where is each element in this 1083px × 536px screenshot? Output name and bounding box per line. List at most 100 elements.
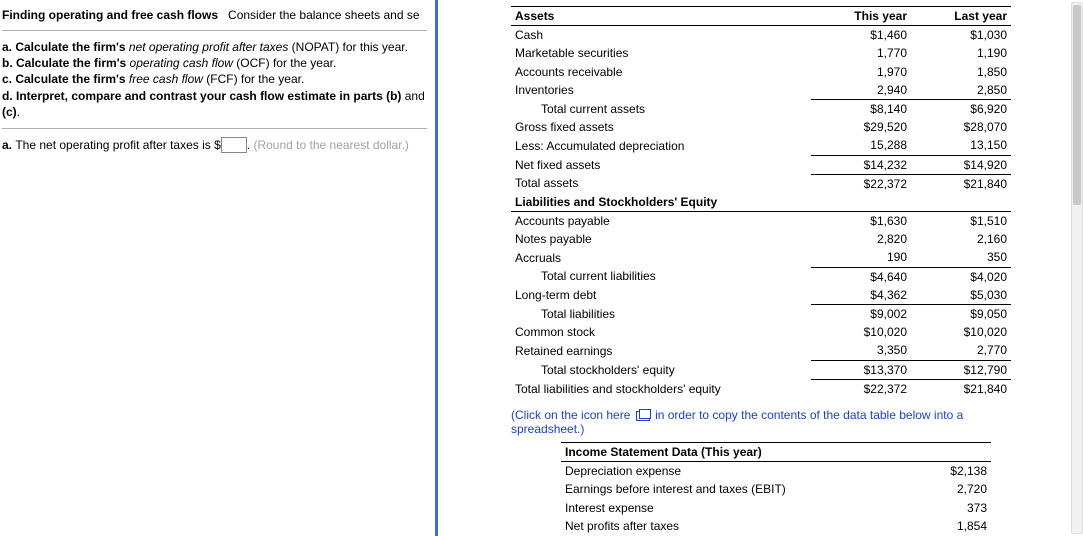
table-row: Total assets$22,372$21,840 <box>511 174 1011 193</box>
bs-liab-label: Liabilities and Stockholders' Equity <box>511 193 811 212</box>
row-this-year: $9,002 <box>811 305 911 324</box>
row-this-year: 1,970 <box>811 63 911 81</box>
table-row: Less: Accumulated depreciation15,28813,1… <box>511 136 1011 155</box>
row-label: Interest expense <box>561 499 891 517</box>
row-this-year: $8,140 <box>811 99 911 118</box>
row-this-year: 2,940 <box>811 81 911 100</box>
answer-a-input[interactable] <box>221 137 247 153</box>
copy-icon[interactable] <box>636 411 650 421</box>
vertical-scrollbar[interactable] <box>1071 2 1083 534</box>
row-last-year: $12,790 <box>911 360 1011 379</box>
row-label: Notes payable <box>511 230 811 248</box>
row-label: Gross fixed assets <box>511 118 811 136</box>
row-label: Accounts receivable <box>511 63 811 81</box>
row-last-year: 2,850 <box>911 81 1011 100</box>
row-value: 373 <box>891 499 991 517</box>
row-this-year: $22,372 <box>811 379 911 398</box>
table-row: Net profits after taxes1,854 <box>561 517 991 535</box>
row-label: Total current assets <box>511 99 811 118</box>
row-label: Total assets <box>511 174 811 193</box>
answer-a-text: The net operating profit after taxes is … <box>15 138 220 152</box>
row-this-year: $29,520 <box>811 118 911 136</box>
answer-a-prefix: a. <box>2 138 15 152</box>
row-this-year: $4,640 <box>811 267 911 286</box>
row-label: Common stock <box>511 323 811 341</box>
table-row: Total current assets$8,140$6,920 <box>511 99 1011 118</box>
table-row: Accounts receivable1,9701,850 <box>511 63 1011 81</box>
question-panel: Finding operating and free cash flows Co… <box>0 0 438 536</box>
table-row: Total liabilities$9,002$9,050 <box>511 305 1011 324</box>
bs-liab-header: Liabilities and Stockholders' Equity <box>511 193 1011 212</box>
question-title: Finding operating and free cash flows Co… <box>2 6 427 24</box>
title-rest: Consider the balance sheets and se <box>228 8 419 22</box>
row-this-year: $1,630 <box>811 212 911 231</box>
bs-header-last-year: Last year <box>911 7 1011 26</box>
question-b: b. Calculate the firm's operating cash f… <box>2 55 427 71</box>
row-value: $2,138 <box>891 462 991 481</box>
row-label: Retained earnings <box>511 341 811 360</box>
row-this-year: $13,370 <box>811 360 911 379</box>
row-last-year: $6,920 <box>911 99 1011 118</box>
table-row: Interest expense373 <box>561 499 991 517</box>
question-c: c. Calculate the firm's free cash flow (… <box>2 71 427 87</box>
row-last-year: $28,070 <box>911 118 1011 136</box>
table-row: Total current liabilities$4,640$4,020 <box>511 267 1011 286</box>
row-last-year: $9,050 <box>911 305 1011 324</box>
row-label: Net fixed assets <box>511 155 811 174</box>
is-header: Income Statement Data (This year) <box>561 442 991 461</box>
table-row: Earnings before interest and taxes (EBIT… <box>561 480 991 498</box>
row-this-year: $14,232 <box>811 155 911 174</box>
row-label: Accounts payable <box>511 212 811 231</box>
row-last-year: 2,770 <box>911 341 1011 360</box>
data-panel: Assets This year Last year Cash$1,460$1,… <box>441 0 1069 536</box>
table-row: Total liabilities and stockholders' equi… <box>511 379 1011 398</box>
row-label: Accruals <box>511 248 811 267</box>
row-last-year: $21,840 <box>911 379 1011 398</box>
row-last-year: 2,160 <box>911 230 1011 248</box>
scrollbar-thumb[interactable] <box>1073 5 1081 205</box>
row-last-year: $5,030 <box>911 286 1011 305</box>
row-label: Long-term debt <box>511 286 811 305</box>
row-last-year: 1,850 <box>911 63 1011 81</box>
row-label: Cash <box>511 26 811 45</box>
answer-a-hint: (Round to the nearest dollar.) <box>253 138 408 152</box>
row-label: Less: Accumulated depreciation <box>511 136 811 155</box>
row-this-year: 3,350 <box>811 341 911 360</box>
bs-header-assets: Assets <box>511 7 811 26</box>
row-label: Total liabilities and stockholders' equi… <box>511 379 811 398</box>
row-this-year: 1,770 <box>811 44 911 62</box>
balance-sheet-table: Assets This year Last year Cash$1,460$1,… <box>511 6 1011 398</box>
row-this-year: $1,460 <box>811 26 911 45</box>
row-last-year: $4,020 <box>911 267 1011 286</box>
answer-a-line: a. The net operating profit after taxes … <box>2 137 427 153</box>
table-row: Common stock$10,020$10,020 <box>511 323 1011 341</box>
table-row: Total stockholders' equity$13,370$12,790 <box>511 360 1011 379</box>
row-last-year: 13,150 <box>911 136 1011 155</box>
table-row: Gross fixed assets$29,520$28,070 <box>511 118 1011 136</box>
row-label: Net profits after taxes <box>561 517 891 535</box>
table-row: Depreciation expense$2,138 <box>561 462 991 481</box>
row-label: Depreciation expense <box>561 462 891 481</box>
is-header-row: Income Statement Data (This year) <box>561 442 991 461</box>
row-label: Total current liabilities <box>511 267 811 286</box>
row-this-year: $4,362 <box>811 286 911 305</box>
copy-note-pre: (Click on the icon here <box>511 408 634 422</box>
row-value: 1,854 <box>891 517 991 535</box>
row-this-year: 2,820 <box>811 230 911 248</box>
question-d: d. Interpret, compare and contrast your … <box>2 88 427 120</box>
row-value: 2,720 <box>891 480 991 498</box>
table-row: Accruals190350 <box>511 248 1011 267</box>
row-last-year: $10,020 <box>911 323 1011 341</box>
table-row: Marketable securities1,7701,190 <box>511 44 1011 62</box>
divider <box>2 128 427 129</box>
table-row: Retained earnings3,3502,770 <box>511 341 1011 360</box>
income-statement-table: Income Statement Data (This year) Deprec… <box>561 442 991 536</box>
table-row: Net fixed assets$14,232$14,920 <box>511 155 1011 174</box>
row-this-year: $22,372 <box>811 174 911 193</box>
title-bold: Finding operating and free cash flows <box>2 8 218 22</box>
bs-header-row: Assets This year Last year <box>511 7 1011 26</box>
row-this-year: 190 <box>811 248 911 267</box>
row-label: Total liabilities <box>511 305 811 324</box>
row-last-year: $21,840 <box>911 174 1011 193</box>
row-last-year: $1,030 <box>911 26 1011 45</box>
